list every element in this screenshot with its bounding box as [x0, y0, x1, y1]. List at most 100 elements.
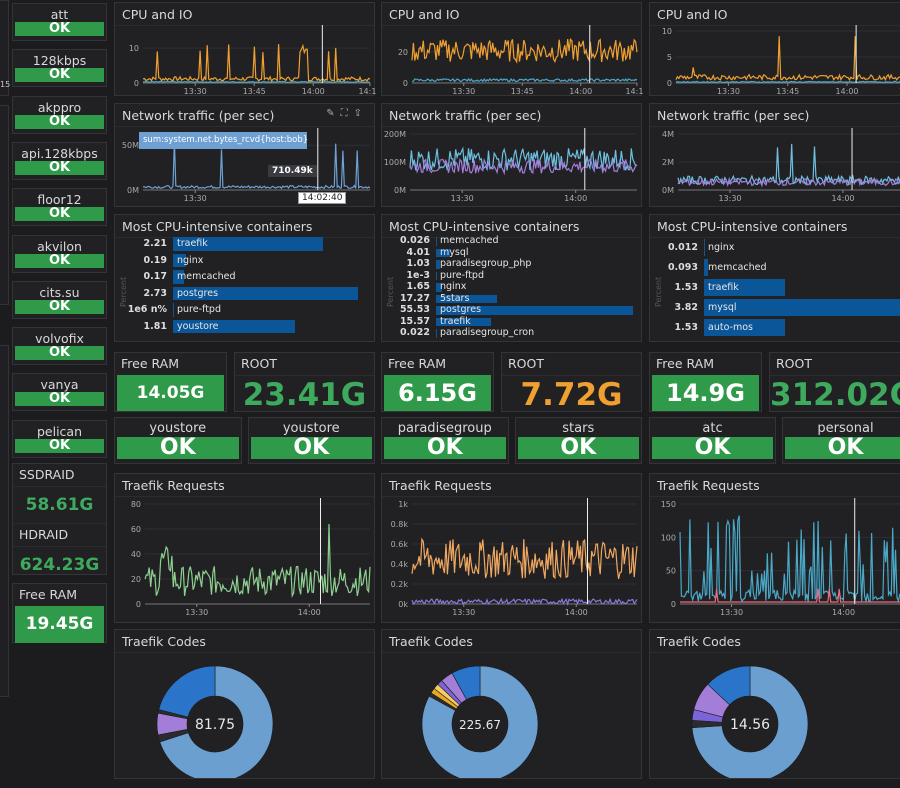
y-tick-label: 0M	[394, 186, 406, 195]
check-status: OK	[15, 114, 104, 129]
traefik-requests-widget: Traefik Requests 0 20 40 60 80 13:30 14:00	[114, 473, 375, 623]
traefik-codes-widget: Traefik Codes 225.67	[381, 629, 642, 779]
y-tick-label: 40	[131, 550, 141, 559]
requests-chart[interactable]: 0k 0.2k 0.4k 0.6k 0.8k 1k 13:30 14:00	[382, 494, 643, 622]
cpu-io-widget: CPU and IO051013:3013:4514:0014	[649, 2, 900, 96]
codes-donut[interactable]: 14.56	[650, 650, 900, 778]
series-line	[679, 515, 900, 603]
status-check[interactable]: akppro OK	[12, 95, 107, 134]
check-status: OK	[384, 437, 506, 459]
x-tick-label: 14:00	[565, 608, 588, 617]
status-check[interactable]: vanya OK	[12, 373, 107, 412]
container-bar[interactable]	[704, 239, 705, 256]
share-icon[interactable]: ⇪	[354, 108, 368, 119]
check-status: OK	[15, 299, 104, 314]
y-tick-label: 100	[661, 533, 676, 542]
requests-chart[interactable]: 0 20 40 60 80 13:30 14:00	[115, 494, 376, 622]
y-tick-label: 10	[662, 27, 672, 36]
x-tick-label: 14:00	[831, 194, 854, 203]
codes-donut[interactable]: 81.75	[115, 650, 376, 778]
status-check[interactable]: 128kbps OK	[12, 49, 107, 88]
y-tick-label: 0	[403, 79, 408, 88]
x-tick-label: 13:30	[184, 87, 207, 95]
cpu-containers-widget: Most CPU-intensive containers Percent 2.21…	[114, 214, 375, 342]
y-tick-label: 150	[661, 500, 676, 509]
status-check[interactable]: api.128kbps OK	[12, 141, 107, 180]
container-value: 0.012	[667, 242, 698, 253]
container-bar[interactable]	[173, 303, 174, 317]
container-value: 0.17	[143, 271, 167, 282]
x-tick-label: 14:00	[569, 87, 592, 95]
root-value: 7.72G	[520, 377, 623, 413]
x-tick-label: 13:30	[452, 608, 475, 617]
status-check[interactable]: akvilon OK	[12, 234, 107, 273]
status-check[interactable]: volvofix OK	[12, 327, 107, 366]
fullscreen-icon[interactable]: ⛶	[341, 108, 354, 119]
hdraid-label: HDRAID	[13, 523, 106, 547]
status-check[interactable]: atc OK	[649, 417, 776, 464]
edit-icon[interactable]: ✎	[326, 108, 340, 119]
network-chart[interactable]: 0M 100M 200M 13:30 14:00	[382, 124, 643, 206]
free-ram-left: Free RAM 19.45G	[12, 583, 107, 643]
widget-title: Most CPU-intensive containers	[650, 215, 900, 238]
free-ram-label: Free RAM	[656, 356, 715, 371]
y-tick-label: 0.2k	[391, 580, 409, 589]
network-chart[interactable]: 0M 2M 4M 13:30 14:00	[650, 124, 900, 206]
container-name: memcached	[440, 235, 499, 246]
container-bar[interactable]	[436, 329, 437, 338]
container-value: 4.01	[406, 246, 430, 258]
check-status: OK	[15, 392, 104, 407]
free-ram-value: 14.05G	[117, 375, 224, 411]
status-check[interactable]: youstore OK	[114, 417, 242, 464]
x-tick-label: 13:45	[243, 87, 266, 95]
check-name: vanya	[40, 377, 79, 393]
requests-chart[interactable]: 0 50 100 150 13:30 14:00	[650, 494, 900, 622]
container-value: 1.53	[674, 322, 698, 333]
status-check[interactable]: att OK	[12, 3, 107, 41]
y-tick-label: 0.4k	[391, 560, 409, 569]
x-tick-label: 13:45	[511, 87, 534, 95]
traefik-requests-widget: Traefik Requests 0 50 100 150 13:30 14:00	[649, 473, 900, 623]
container-value: 1.65	[406, 281, 430, 292]
cpu-io-chart[interactable]: 0 10 13:30 13:45 14:00 14:15	[115, 23, 376, 95]
container-name: memcached	[177, 271, 236, 282]
status-check[interactable]: pelican OK	[12, 419, 107, 458]
check-status: OK	[15, 346, 104, 361]
series-line	[142, 43, 371, 83]
status-check[interactable]: floor12 OK	[12, 188, 107, 227]
series-line	[411, 37, 638, 64]
x-tick-label: 13:30	[185, 608, 208, 617]
status-check[interactable]: stars OK	[514, 417, 642, 464]
y-tick-label: 50	[666, 567, 676, 576]
check-status: OK	[15, 22, 104, 36]
cpu-containers-widget: Most CPU-intensive containers Percent 0.02…	[381, 214, 642, 342]
status-check[interactable]: paradisegroup OK	[381, 417, 509, 464]
check-status: OK	[15, 68, 104, 83]
status-check[interactable]: personal OK	[782, 417, 900, 464]
cpu-io-chart[interactable]: 051013:3013:4514:0014	[650, 23, 900, 95]
y-tick-label: 0	[671, 600, 676, 609]
ssdraid-value: 58.61G	[25, 495, 94, 515]
donut-slice[interactable]	[158, 665, 216, 718]
container-name: traefik	[708, 282, 739, 293]
container-value: 0.093	[667, 262, 698, 273]
cpu-io-chart[interactable]: 0 20 13:30 13:45 14:00 14:15	[382, 23, 643, 95]
container-value: 1e-3	[406, 269, 430, 281]
container-value: 1.03	[406, 258, 430, 269]
container-name: auto-mos	[708, 322, 753, 333]
root-value: 312.02G	[770, 377, 900, 413]
codes-donut[interactable]: 225.67	[382, 650, 643, 778]
free-ram-label: Free RAM	[121, 356, 180, 371]
container-name: pure-ftpd	[177, 304, 221, 315]
y-tick-label: 50M	[122, 141, 139, 150]
container-bar[interactable]	[436, 237, 437, 246]
container-name: paradisegroup_php	[440, 258, 532, 269]
status-check[interactable]: youstore OK	[247, 417, 375, 464]
donut-center-value: 81.75	[195, 717, 235, 733]
status-check[interactable]: cits.su OK	[12, 280, 107, 319]
container-name: paradisegroup_cron	[440, 327, 535, 338]
container-name: memcached	[708, 262, 767, 273]
check-status: OK	[117, 437, 239, 459]
check-name: cits.su	[39, 284, 80, 300]
container-bar[interactable]	[436, 271, 437, 280]
